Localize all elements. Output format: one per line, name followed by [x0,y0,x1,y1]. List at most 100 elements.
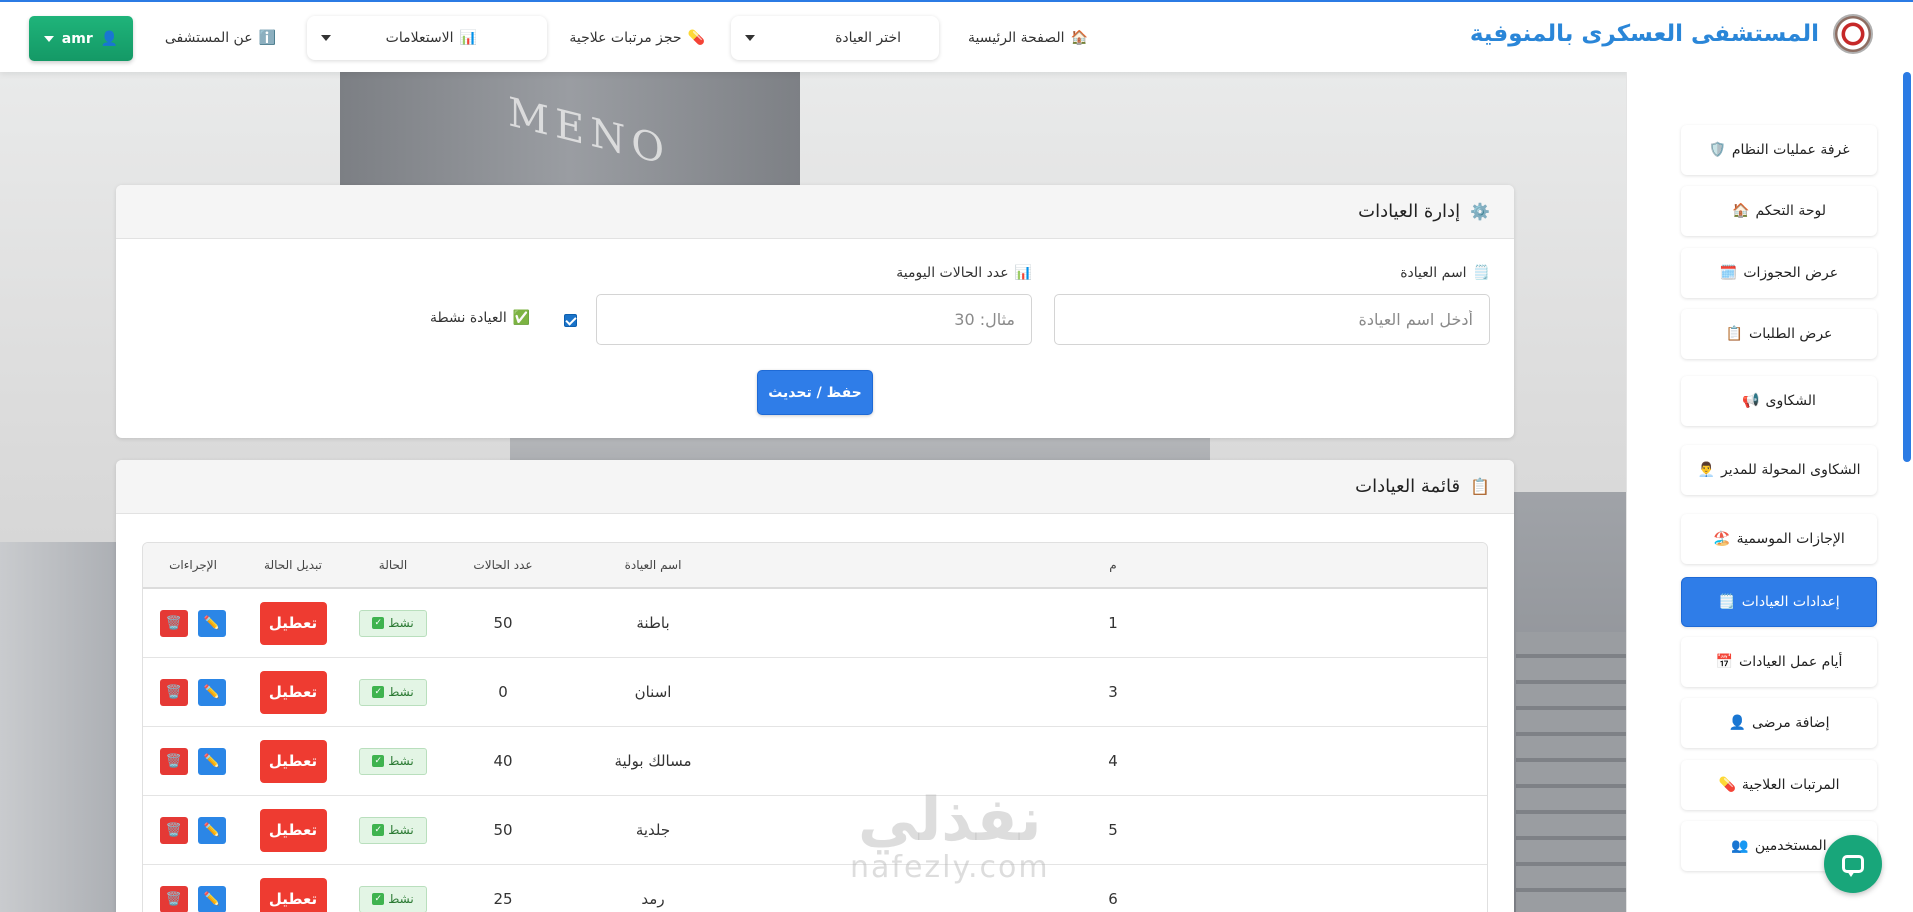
cell-toggle: تعطيل [243,865,343,912]
save-button[interactable]: حفظ / تحديث [757,370,873,415]
table-row: 1 باطنة 50 نشط ✓ تعطيل ✏️ 🗑️ [143,589,1487,658]
sidebar-item-seasonal-holidays[interactable]: الإجازات الموسمية 🏖️ [1681,514,1877,564]
nav-about-link[interactable]: ℹ️ عن المستشفى [165,2,276,74]
col-header-actions: الإجراءات [169,558,217,572]
cell-toggle: تعطيل [243,727,343,795]
status-label: نشط [388,685,414,699]
clinic-name-input[interactable] [1054,294,1490,345]
card-title: إدارة العيادات [1358,201,1461,222]
pencil-icon: ✏️ [203,822,221,838]
edit-button[interactable]: ✏️ [198,678,226,706]
disable-button[interactable]: تعطيل [259,670,327,714]
sidebar-item-label: المرتبات العلاجية [1741,777,1840,793]
trash-icon: 🗑️ [165,753,183,769]
inquiries-dropdown[interactable]: 📊 الاستعلامات [307,16,547,60]
beach-icon: 🏖️ [1713,531,1731,547]
trash-icon: 🗑️ [165,891,183,907]
sidebar-item-add-patients[interactable]: إضافة مرضى 👤 [1681,698,1877,748]
checkmark-icon: ✓ [372,617,385,629]
cell-status: نشط ✓ [343,727,443,795]
edit-button[interactable]: ✏️ [198,609,226,637]
checkmark-icon: ✓ [372,686,385,698]
cell-status: نشط ✓ [343,589,443,657]
trash-icon: 🗑️ [165,684,183,700]
card-header: 📋 قائمة العيادات [116,460,1514,514]
clipboard-icon: 📋 [1725,326,1744,342]
cell-actions: ✏️ 🗑️ [143,865,243,912]
cell-number: 6 [1108,890,1118,908]
sidebar-item-label: عرض الحجوزات [1743,265,1839,281]
brand[interactable]: المستشفى العسكرى بالمنوفية [1470,14,1873,54]
cell-actions: ✏️ 🗑️ [143,796,243,864]
sidebar-item-dashboard[interactable]: لوحة التحكم 🏠 [1681,186,1877,236]
sidebar-item-requests[interactable]: عرض الطلبات 📋 [1681,309,1877,359]
watermark: نفذلي nafezly.com [850,790,1050,885]
clinic-name-label-text: اسم العيادة [1400,265,1467,281]
sidebar-item-label: الشكاوى المحولة للمدير [1720,462,1861,478]
clinic-select[interactable]: اختر العيادة [731,16,939,60]
inquiries-label: الاستعلامات [385,30,454,46]
status-label: نشط [388,754,414,768]
sidebar-item-label: إعدادات العيادات [1741,594,1840,610]
watermark-arabic: نفذلي [857,785,1042,855]
delete-button[interactable]: 🗑️ [160,609,188,637]
disable-button[interactable]: تعطيل [259,808,327,852]
delete-button[interactable]: 🗑️ [160,678,188,706]
disable-button[interactable]: تعطيل [259,601,327,645]
delete-button[interactable]: 🗑️ [160,816,188,844]
nav-about-label: عن المستشفى [164,30,253,46]
sidebar-item-label: الشكاوى [1765,393,1816,409]
clinic-name-label: 🗒️ اسم العيادة [1400,265,1490,281]
status-label: نشط [388,823,414,837]
trash-icon: 🗑️ [165,615,183,631]
nav-home-label: الصفحة الرئيسية [967,30,1065,46]
gear-icon: ⚙️ [1470,202,1490,221]
col-header-status: الحالة [378,558,408,572]
card-header: ⚙️ إدارة العيادات [116,185,1514,239]
cell-number: 5 [1108,821,1118,839]
trash-icon: 🗑️ [165,822,183,838]
nav-home-link[interactable]: 🏠 الصفحة الرئيسية [968,2,1088,74]
col-header-cases: عدد الحالات [473,558,533,572]
sidebar-item-complaints[interactable]: الشكاوى 📢 [1681,376,1877,426]
chart-icon: 📊 [1014,265,1032,281]
clinics-list-card: 📋 قائمة العيادات م اسم العيادة عدد الحال… [116,460,1514,912]
cell-clinic-name: مسالك بولية [614,752,692,770]
user-menu-button[interactable]: amr 👤 [29,16,133,61]
edit-button[interactable]: ✏️ [198,747,226,775]
sidebar-item-bookings[interactable]: عرض الحجوزات 🗓️ [1681,248,1877,298]
user-icon: 👤 [100,30,119,47]
sidebar-item-forwarded-complaints[interactable]: الشكاوى المحولة للمدير 👨‍💼 [1681,445,1877,495]
edit-button[interactable]: ✏️ [198,816,226,844]
sidebar-scrollbar[interactable] [1903,72,1911,462]
cell-number: 4 [1108,752,1118,770]
delete-button[interactable]: 🗑️ [160,747,188,775]
checkmark-icon: ✅ [512,310,531,326]
pencil-icon: ✏️ [203,615,221,631]
status-label: نشط [388,892,414,906]
delete-button[interactable]: 🗑️ [160,885,188,912]
checkmark-icon: ✓ [372,824,385,836]
sidebar-item-treatment-salaries[interactable]: المرتبات العلاجية 💊 [1681,760,1877,810]
disable-button[interactable]: تعطيل [259,877,327,912]
home-icon: 🏠 [1070,30,1088,46]
clipboard-icon: 📋 [1470,477,1490,496]
daily-cases-input[interactable] [596,294,1032,345]
edit-button[interactable]: ✏️ [198,885,226,912]
pencil-icon: ✏️ [203,684,221,700]
clinics-table: م اسم العيادة عدد الحالات الحالة تبديل ا… [142,542,1488,912]
nav-booking-link[interactable]: 💊 حجز مرتبات علاجية [569,2,705,74]
pencil-icon: ✏️ [203,753,221,769]
manager-icon: 👨‍💼 [1697,462,1715,478]
active-checkbox[interactable] [564,314,577,327]
sidebar-item-clinic-work-days[interactable]: أيام عمل العيادات 📅 [1681,637,1877,687]
sidebar-item-clinic-settings[interactable]: إعدادات العيادات 🗒️ [1681,577,1877,627]
cell-clinic-name: اسنان [634,683,672,701]
pill-icon: 💊 [1718,777,1736,793]
disable-button[interactable]: تعطيل [259,739,327,783]
clinic-management-card: ⚙️ إدارة العيادات 🗒️ اسم العيادة 📊 عدد ا… [116,185,1514,438]
cell-status: نشط ✓ [343,865,443,912]
sidebar-item-operations-room[interactable]: غرفة عمليات النظام 🛡️ [1681,125,1877,175]
chat-button[interactable] [1824,835,1882,893]
cell-cases: 50 [493,821,513,839]
